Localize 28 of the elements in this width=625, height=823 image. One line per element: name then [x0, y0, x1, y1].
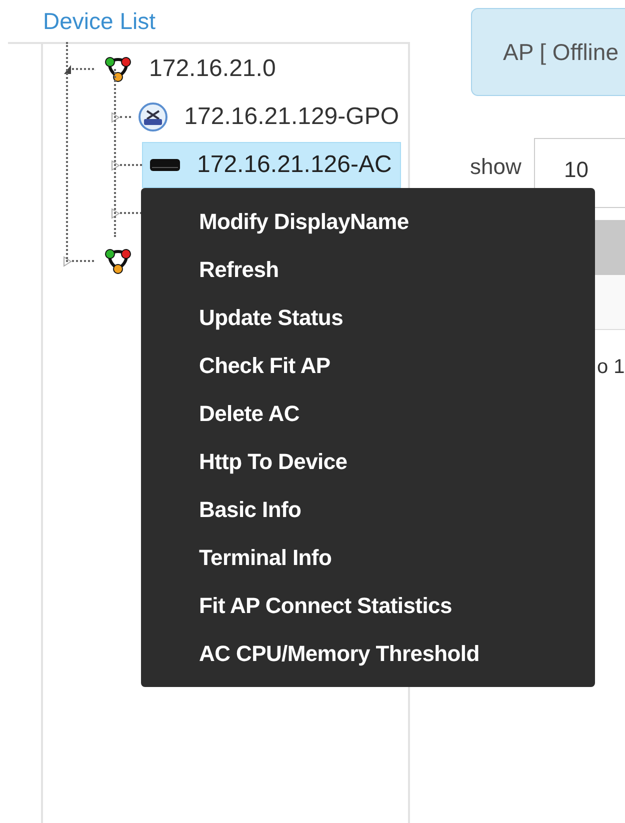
menu-item[interactable]: Http To Device: [141, 437, 595, 485]
tree-item[interactable]: 172.16.21.129-GPO: [131, 94, 408, 140]
collapsed-triangle-icon[interactable]: [111, 208, 120, 218]
show-label: show: [470, 153, 522, 181]
menu-item[interactable]: Basic Info: [141, 485, 595, 533]
network-icon: [103, 55, 133, 83]
tree-item[interactable]: 172.16.21.0: [94, 46, 285, 92]
tree-item[interactable]: 172.16.21.126-AC: [142, 142, 401, 188]
tree-item-label: 172.16.21.0: [149, 54, 276, 84]
collapsed-triangle-icon[interactable]: [111, 112, 120, 122]
menu-item[interactable]: Fit AP Connect Statistics: [141, 581, 595, 629]
panel-title: Device List: [43, 6, 156, 36]
menu-item[interactable]: Update Status: [141, 293, 595, 341]
network-icon: [103, 247, 133, 275]
status-button[interactable]: AP [ Offline: [471, 8, 625, 96]
menu-item[interactable]: AC CPU/Memory Threshold: [141, 629, 595, 677]
menu-item[interactable]: Delete AC: [141, 389, 595, 437]
expanded-triangle-icon[interactable]: [63, 64, 72, 74]
table-info-text: o 1: [597, 355, 625, 380]
menu-item[interactable]: Check Fit AP: [141, 341, 595, 389]
router-icon: [138, 102, 168, 132]
menu-item[interactable]: Terminal Info: [141, 533, 595, 581]
tree-item-label: 172.16.21.126-AC: [197, 150, 392, 180]
collapsed-triangle-icon[interactable]: [111, 160, 120, 170]
tree-item-label: 172.16.21.129-GPO: [184, 102, 399, 132]
menu-item[interactable]: Refresh: [141, 245, 595, 293]
collapsed-triangle-icon[interactable]: [63, 256, 72, 266]
device-icon: [149, 158, 181, 172]
